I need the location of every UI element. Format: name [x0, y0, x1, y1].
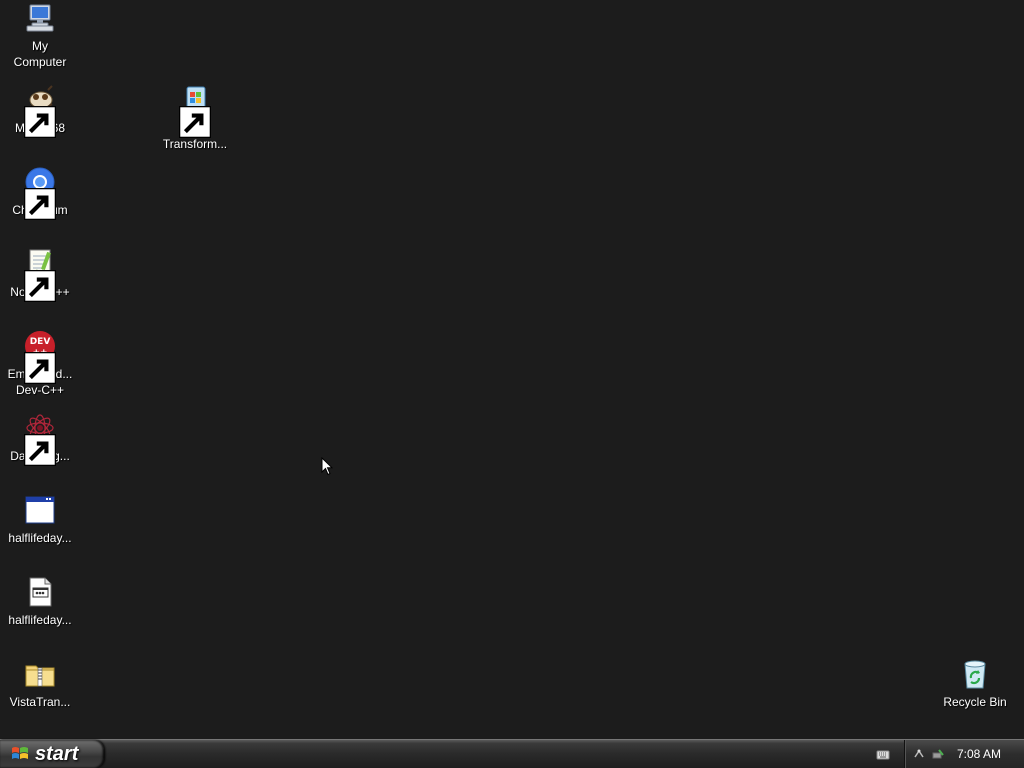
recycle-bin-icon — [959, 658, 991, 690]
desktop-icon-chromium[interactable]: Chromium — [0, 166, 80, 220]
taskbar: start 7:08 AM — [0, 739, 1024, 768]
notepadpp-icon: ++ — [24, 248, 56, 302]
my-computer-icon — [24, 2, 56, 34]
desktop-icon-my-computer[interactable]: My Computer — [0, 2, 80, 70]
desktop-icon-label: halflifeday... — [8, 531, 72, 545]
network-icon[interactable] — [913, 746, 927, 760]
desktop-icon-mypal[interactable]: MyPal 68 — [0, 84, 80, 138]
desktop-icon-datawag[interactable]: DataWag... — [0, 412, 80, 466]
shortcut-arrow-icon — [24, 434, 56, 466]
window-app-icon — [24, 494, 56, 526]
desktop-icon-recycle-bin[interactable]: Recycle Bin — [935, 658, 1015, 710]
devcpp-icon: DEV ++ — [24, 330, 56, 384]
system-tray: 7:08 AM — [904, 740, 1024, 768]
zip-folder-icon — [24, 658, 56, 690]
start-label: start — [35, 742, 79, 765]
desktop-icon-halflifeday-doc[interactable]: halflifeday... — [0, 576, 80, 628]
shortcut-arrow-icon — [24, 188, 56, 220]
safely-remove-hardware-icon[interactable] — [931, 746, 945, 760]
desktop-icon-label: VistaTran... — [9, 695, 71, 709]
desktop-icon-label: My Computer — [13, 39, 67, 69]
shortcut-arrow-icon — [24, 270, 56, 302]
clock[interactable]: 7:08 AM — [957, 747, 1001, 761]
start-button[interactable]: start — [0, 740, 104, 768]
desktop-icon-halflifeday-app[interactable]: halflifeday... — [0, 494, 80, 546]
shortcut-arrow-icon — [24, 106, 56, 138]
windows-logo-icon — [10, 744, 30, 764]
desktop-icon-devcpp[interactable]: DEV ++ Embarcad... Dev-C++ — [0, 330, 80, 398]
desktop-icon-label: Recycle Bin — [943, 695, 1007, 709]
keyboard-icon[interactable] — [876, 747, 890, 761]
shortcut-arrow-icon — [24, 352, 56, 384]
desktop-icon-vista-transform[interactable]: Vista Transform... — [155, 84, 235, 152]
chromium-icon — [24, 166, 56, 220]
datawag-icon — [24, 412, 56, 466]
desktop: My Computer MyPal 68 — [0, 0, 1024, 739]
shortcut-arrow-icon — [179, 106, 211, 138]
document-icon — [24, 576, 56, 608]
vista-transform-icon — [179, 84, 211, 138]
mouse-cursor-icon — [321, 456, 334, 477]
mypal-icon — [24, 84, 56, 138]
svg-text:DEV: DEV — [30, 337, 51, 347]
desktop-icon-label: halflifeday... — [8, 613, 72, 627]
desktop-icon-vistatran-zip[interactable]: VistaTran... — [0, 658, 80, 710]
desktop-icon-notepadpp[interactable]: ++ Notepad++ — [0, 248, 80, 302]
